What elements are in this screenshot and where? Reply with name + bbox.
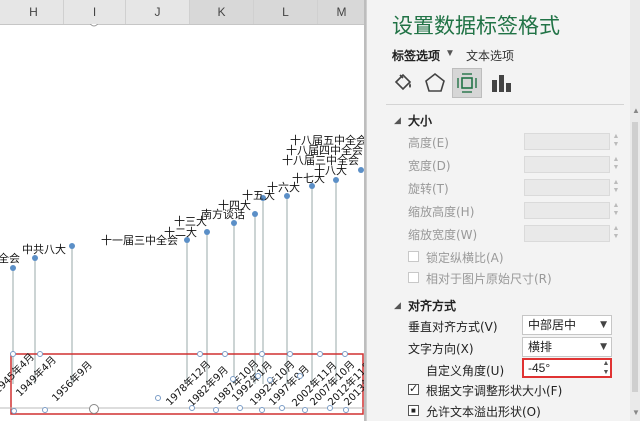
column-header-l[interactable]: L	[254, 0, 318, 24]
scroll-down-icon[interactable]: ▼	[632, 408, 640, 417]
height-field	[524, 133, 610, 150]
column-header-h[interactable]: H	[0, 0, 64, 24]
rotation-field	[524, 179, 610, 196]
pane-divider	[386, 104, 624, 105]
date-labels[interactable]: 1945年4月 1949年4月 1956年9月 1978年12月 1982年9月…	[0, 350, 364, 409]
chart-resize-handle-bottom[interactable]	[89, 404, 99, 414]
column-k-label: K	[217, 5, 226, 19]
relative-original-label: 相对于图片原始尺寸(R)	[426, 272, 552, 286]
lock-ratio-label: 锁定纵横比(A)	[426, 251, 504, 265]
custom-angle-spinner[interactable]: ▲ ▼	[600, 359, 612, 377]
scale-height-field	[524, 202, 610, 219]
pane-splitter[interactable]	[366, 0, 374, 421]
event-label[interactable]: 全会	[0, 251, 20, 265]
rotation-label: 旋转(T)	[408, 182, 449, 196]
scale-width-spinner: ▲ ▼	[612, 225, 620, 240]
section-size-title[interactable]: 大小	[408, 112, 432, 129]
worksheet: H I J K L M 全会 中共八大 十一届三中全会 十二大 十三大 南方谈话…	[0, 0, 366, 421]
overflow-label: 允许文本溢出形状(O)	[426, 405, 541, 419]
height-label: 高度(E)	[408, 136, 449, 150]
scale-width-field	[524, 225, 610, 242]
column-h-label: H	[29, 5, 38, 19]
width-label: 宽度(D)	[408, 159, 451, 173]
lock-ratio-checkbox	[408, 251, 419, 262]
text-direction-label: 文字方向(X)	[408, 342, 474, 356]
vertical-align-dropdown[interactable]: 中部居中 ▼	[522, 315, 612, 335]
column-m-label: M	[336, 5, 347, 19]
chart-resize-handle-top[interactable]	[89, 24, 99, 27]
vertical-align-value: 中部居中	[528, 318, 577, 332]
event-label[interactable]: 十八届五中全会	[290, 133, 364, 147]
width-spinner: ▲ ▼	[612, 156, 620, 171]
paint-bucket-icon[interactable]	[390, 70, 416, 96]
scroll-up-icon[interactable]: ▲	[632, 106, 640, 115]
scroll-thumb[interactable]	[632, 122, 638, 392]
column-i-label: I	[92, 5, 97, 19]
pane-scrollbar[interactable]: ▲ ▼	[630, 0, 640, 421]
pane-title: 设置数据标签格式	[392, 14, 560, 38]
vertical-align-label: 垂直对齐方式(V)	[408, 320, 498, 334]
chevron-down-icon[interactable]: ▼	[445, 48, 455, 59]
column-header-m[interactable]: M	[318, 0, 366, 24]
tab-label-options[interactable]: 标签选项	[392, 47, 440, 64]
tab-text-options[interactable]: 文本选项	[466, 47, 514, 64]
column-header-j[interactable]: J	[126, 0, 190, 24]
column-l-label: L	[282, 5, 289, 19]
column-j-label: J	[154, 5, 161, 19]
column-header-i[interactable]: I	[64, 0, 126, 24]
chevron-down-icon[interactable]: ▼	[600, 316, 607, 334]
pentagon-effects-icon[interactable]	[422, 70, 448, 96]
column-header-bar: H I J K L M	[0, 0, 366, 25]
bar-chart-icon[interactable]	[488, 70, 514, 96]
format-data-labels-pane: 设置数据标签格式 标签选项 ▼ 文本选项 ◢ 大小 高度(E) ▲ ▼ 宽度(D)…	[374, 0, 640, 421]
scale-width-label: 缩放宽度(W)	[408, 228, 478, 242]
text-direction-dropdown[interactable]: 横排 ▼	[522, 337, 612, 357]
timeline-chart[interactable]: 全会 中共八大 十一届三中全会 十二大 十三大 南方谈话 十四大 十五大 十六大…	[0, 24, 364, 421]
scale-height-label: 缩放高度(H)	[408, 205, 475, 219]
event-label[interactable]: 中共八大	[22, 242, 66, 256]
size-properties-icon[interactable]	[454, 70, 480, 96]
width-field	[524, 156, 610, 173]
collapse-triangle-icon[interactable]: ◢	[394, 115, 401, 126]
autofit-label: 根据文字调整形状大小(F)	[426, 384, 563, 398]
text-direction-value: 横排	[528, 340, 553, 354]
relative-original-checkbox	[408, 272, 419, 283]
scale-height-spinner: ▲ ▼	[612, 202, 620, 217]
filled-square-icon: ■	[411, 406, 416, 415]
rotation-spinner: ▲ ▼	[612, 179, 620, 194]
collapse-triangle-icon[interactable]: ◢	[394, 300, 401, 311]
section-alignment-title[interactable]: 对齐方式	[408, 297, 456, 314]
custom-angle-label: 自定义角度(U)	[426, 364, 505, 378]
chevron-down-icon[interactable]: ▼	[600, 338, 607, 356]
custom-angle-input[interactable]: -45°	[522, 358, 612, 378]
column-header-k[interactable]: K	[190, 0, 254, 24]
checkmark-icon: ✓	[409, 383, 419, 395]
height-spinner: ▲ ▼	[612, 133, 620, 148]
